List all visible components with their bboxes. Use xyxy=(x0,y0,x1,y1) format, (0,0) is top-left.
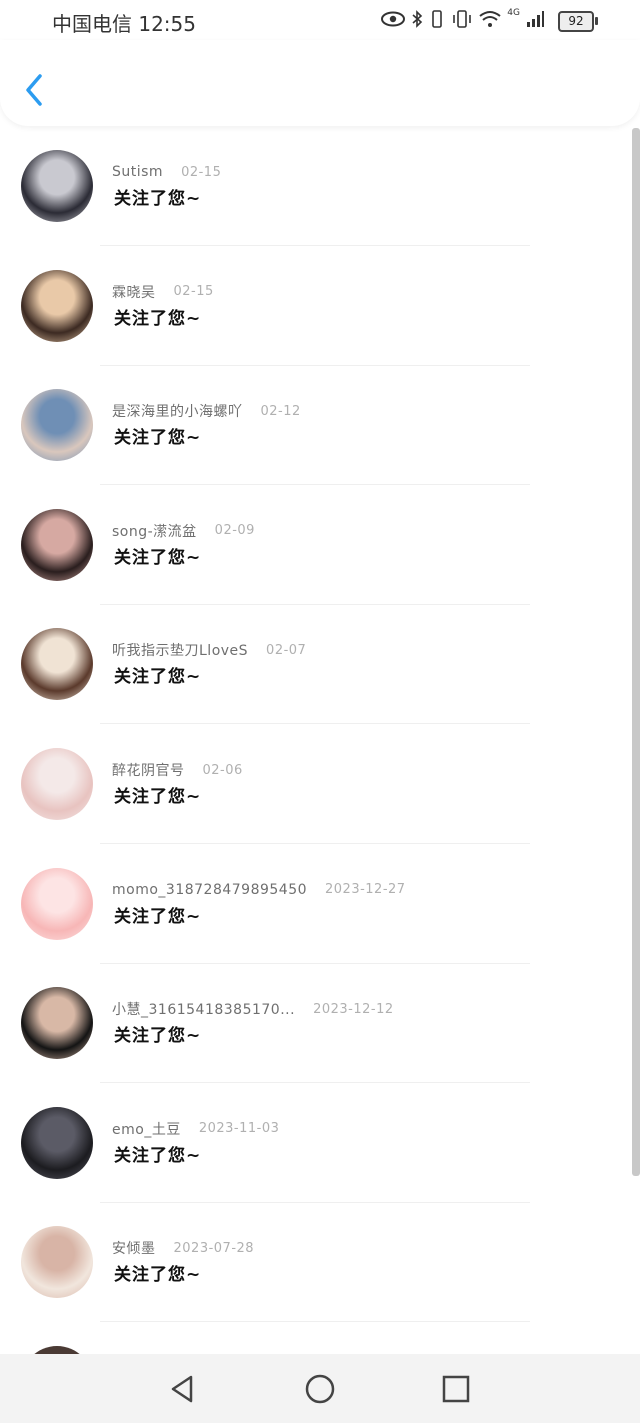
notification-message: 关注了您~ xyxy=(114,787,202,807)
notification-list[interactable]: Sutism 02-15 关注了您~ 霖晓吴 02-15 关注了您~ 是深海里的小海螺吖 02… xyxy=(0,126,640,1354)
notification-meta: 醉花阴官号 02-06 xyxy=(112,760,243,780)
notification-row[interactable]: 醉花阴官号 02-06 关注了您~ xyxy=(0,724,630,844)
user-name[interactable]: 醉花阴官号 xyxy=(112,760,185,780)
avatar[interactable] xyxy=(21,867,93,940)
wifi-icon xyxy=(479,11,501,27)
bluetooth-icon xyxy=(412,10,423,28)
eye-icon xyxy=(381,11,406,27)
notification-date: 02-12 xyxy=(260,403,301,419)
row-divider xyxy=(100,1321,530,1323)
status-icons: 4G xyxy=(381,8,544,28)
notification-meta: 是深海里的小海螺吖 02-12 xyxy=(112,401,301,421)
avatar[interactable] xyxy=(21,389,93,462)
carrier-time: 中国电信 12:55 xyxy=(52,12,196,36)
notification-date: 2023-12-27 xyxy=(325,882,406,898)
nav-back-button[interactable] xyxy=(167,1373,199,1405)
notification-meta: 听我指示垫刀LloveS 02-07 xyxy=(112,640,306,660)
avatar[interactable] xyxy=(21,269,93,342)
notification-date: 02-15 xyxy=(181,164,222,180)
user-name[interactable]: emo_土豆 xyxy=(112,1119,181,1139)
top-bar xyxy=(0,40,640,126)
notification-message: 关注了您~ xyxy=(114,1265,202,1286)
notification-message: 关注了您~ xyxy=(114,667,202,688)
user-name[interactable]: 霖晓吴 xyxy=(112,282,156,302)
notification-message: 关注了您~ xyxy=(114,547,202,568)
notification-date: 02-15 xyxy=(173,284,214,300)
notification-row[interactable]: 听我指示垫刀LloveS 02-07 关注了您~ xyxy=(0,604,630,725)
notification-date: 02-09 xyxy=(214,523,255,539)
notification-meta: 安倾墨 2023-07-28 xyxy=(112,1238,254,1258)
square-recents-icon[interactable] xyxy=(440,1373,472,1405)
user-name[interactable]: 听我指示垫刀LloveS xyxy=(112,640,248,660)
notification-message: 关注了您~ xyxy=(114,189,202,209)
status-bar: 中国电信 12:55 4G 92 xyxy=(0,0,640,40)
notification-row[interactable]: song-潆流盆 02-09 关注了您~ xyxy=(0,485,630,605)
signal-icon xyxy=(527,11,544,27)
user-name[interactable]: 是深海里的小海螺吖 xyxy=(112,401,243,421)
chevron-left-icon[interactable] xyxy=(20,70,50,110)
avatar[interactable] xyxy=(21,508,93,581)
notification-meta: momo_318728479895450 2023-12-27 xyxy=(112,880,406,900)
battery-indicator: 92 xyxy=(558,11,598,32)
notification-meta: emo_土豆 2023-11-03 xyxy=(112,1119,279,1139)
notification-row[interactable]: 霖晓吴 02-15 关注了您~ xyxy=(0,246,630,366)
notification-row[interactable]: momo_318728479895450 2023-12-27 关注了您~ xyxy=(0,844,630,964)
vibrate-icon xyxy=(432,10,443,28)
user-name[interactable]: 安倾墨 xyxy=(112,1238,156,1258)
avatar[interactable] xyxy=(21,1226,93,1299)
notification-row[interactable]: 小慧_31615418385170... 2023-12-12 关注了您~ xyxy=(0,963,630,1084)
user-name[interactable]: song-潆流盆 xyxy=(112,521,197,541)
nav-recents-button[interactable] xyxy=(440,1373,472,1405)
notification-date: 2023-11-03 xyxy=(198,1121,280,1137)
user-name[interactable]: 小慧_31615418385170... xyxy=(112,999,295,1019)
user-name[interactable]: momo_318728479895450 xyxy=(112,882,307,898)
system-nav-bar xyxy=(0,1354,640,1423)
notification-row[interactable]: Sutism 02-15 关注了您~ xyxy=(0,126,630,246)
notification-message: 关注了您~ xyxy=(114,308,202,329)
network-label: 4G xyxy=(507,8,520,18)
scrollbar[interactable] xyxy=(632,128,640,1176)
triangle-back-icon[interactable] xyxy=(167,1373,199,1405)
avatar[interactable] xyxy=(21,1106,93,1179)
avatar[interactable] xyxy=(21,628,93,701)
notification-date: 2023-07-28 xyxy=(173,1240,255,1256)
avatar[interactable] xyxy=(21,748,93,820)
notification-row[interactable]: 是深海里的小海螺吖 02-12 关注了您~ xyxy=(0,365,630,486)
notification-message: 关注了您~ xyxy=(114,1145,202,1166)
notification-row[interactable]: emo_土豆 2023-11-03 关注了您~ xyxy=(0,1083,630,1203)
notification-meta: Sutism 02-15 xyxy=(112,162,221,182)
notification-meta: 霖晓吴 02-15 xyxy=(112,282,214,302)
notification-date: 2023-12-12 xyxy=(313,1001,394,1017)
user-name[interactable]: Sutism xyxy=(112,164,163,180)
notification-meta: 小慧_31615418385170... 2023-12-12 xyxy=(112,999,394,1019)
notification-date: 02-06 xyxy=(202,762,243,778)
nav-home-button[interactable] xyxy=(304,1373,336,1405)
notification-message: 关注了您~ xyxy=(114,1026,202,1047)
circle-home-icon[interactable] xyxy=(304,1373,336,1405)
back-button[interactable] xyxy=(20,70,50,110)
notification-message: 关注了您~ xyxy=(114,428,202,449)
notification-meta: song-潆流盆 02-09 xyxy=(112,521,255,541)
avatar[interactable] xyxy=(21,987,93,1060)
avatar-partial[interactable] xyxy=(21,1346,93,1354)
notification-row[interactable]: 安倾墨 2023-07-28 关注了您~ xyxy=(0,1202,630,1323)
vibration-icon xyxy=(453,10,472,28)
avatar[interactable] xyxy=(21,150,93,222)
notification-message: 关注了您~ xyxy=(114,906,202,927)
notification-date: 02-07 xyxy=(266,642,307,658)
